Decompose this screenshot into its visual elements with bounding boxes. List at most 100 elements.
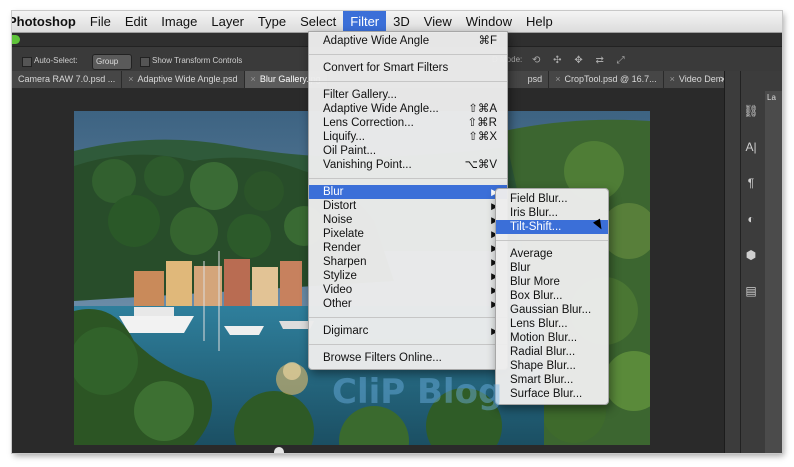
menu-3d[interactable]: 3D [386,11,417,32]
menu-shortcut: ⌥⌘V [464,159,497,171]
menu-item-distort[interactable]: Distort▶ [309,199,507,213]
menu-item-video[interactable]: Video▶ [309,283,507,297]
menu-layer[interactable]: Layer [204,11,251,32]
menu-separator [309,81,507,82]
menu-item-label: Other [323,298,352,310]
tab-croptool[interactable]: × CropTool.psd @ 16.7... [549,71,664,88]
menu-shortcut: ⌘F [478,35,497,47]
menu-edit[interactable]: Edit [118,11,154,32]
menu-view[interactable]: View [417,11,459,32]
menu-item-blur-more[interactable]: Blur More [496,275,608,289]
menu-item-oil-paint[interactable]: Oil Paint... [309,144,507,158]
menu-item-lens-blur[interactable]: Lens Blur... [496,317,608,331]
auto-select-checkbox[interactable] [22,57,32,67]
menu-item-sharpen[interactable]: Sharpen▶ [309,255,507,269]
menu-file[interactable]: File [83,11,118,32]
layers-panel[interactable]: La [765,91,782,453]
tab-camera-raw[interactable]: Camera RAW 7.0.psd ... [12,71,123,88]
menu-window[interactable]: Window [459,11,519,32]
zoom-window-icon[interactable] [12,35,20,44]
menu-item-gaussian-blur[interactable]: Gaussian Blur... [496,303,608,317]
scroll-handle[interactable] [274,447,284,453]
menu-select[interactable]: Select [293,11,343,32]
menu-item-label: Filter Gallery... [323,89,397,101]
menu-filter[interactable]: Filter [343,11,387,32]
close-icon[interactable]: × [128,74,133,84]
blur-submenu: Field Blur... Iris Blur... Tilt-Shift... Av… [495,188,609,405]
menu-item-adaptive-wide-angle[interactable]: Adaptive Wide Angle... ⇧⌘A [309,102,507,116]
layers-icon[interactable]: ▤ [743,283,759,299]
menu-shortcut: ⇧⌘R [467,117,497,129]
menu-item-label: Oil Paint... [323,145,377,157]
menu-separator [309,178,507,179]
app-menu[interactable]: Photoshop [12,11,83,32]
panel-icons: ⛓ A| ¶ ◐ ⬢ ▤ [743,103,759,319]
close-icon[interactable]: × [251,74,256,84]
menu-separator [309,317,507,318]
type-icon[interactable]: A| [743,139,759,155]
menu-item-label: Vanishing Point... [323,159,412,171]
show-transform-label: Show Transform Controls [152,56,243,65]
link-icon[interactable]: ⛓ [743,103,759,119]
menu-item-tilt-shift[interactable]: Tilt-Shift... [496,220,608,234]
auto-select-dropdown[interactable]: Group [92,54,132,70]
filter-menu: Adaptive Wide Angle ⌘F Convert for Smart F… [308,31,508,370]
menu-item-adaptive-wide-angle[interactable]: Adaptive Wide Angle ⌘F [309,34,507,48]
menu-bar: Photoshop File Edit Image Layer Type Sel… [12,11,782,33]
3d-mode-icons[interactable]: ⟲ ✣ ✥ ⇄ ⤢ [532,55,630,66]
cube-icon[interactable]: ⬢ [743,247,759,263]
menu-item-filter-gallery[interactable]: Filter Gallery... [309,88,507,102]
menu-item-liquify[interactable]: Liquify... ⇧⌘X [309,130,507,144]
menu-item-label: Box Blur... [510,290,563,302]
menu-separator [309,54,507,55]
menu-item-blur[interactable]: Blur [496,261,608,275]
menu-item-noise[interactable]: Noise▶ [309,213,507,227]
menu-item-digimarc[interactable]: Digimarc▶ [309,324,507,338]
menu-item-label: Sharpen [323,256,367,268]
menu-item-vanishing-point[interactable]: Vanishing Point... ⌥⌘V [309,158,507,172]
menu-item-label: Shape Blur... [510,360,576,372]
show-transform-checkbox[interactable] [140,57,150,67]
menu-item-smart-blur[interactable]: Smart Blur... [496,373,608,387]
menu-help[interactable]: Help [519,11,560,32]
menu-separator [309,344,507,345]
menu-item-field-blur[interactable]: Field Blur... [496,192,608,206]
menu-item-other[interactable]: Other▶ [309,297,507,311]
close-icon[interactable]: × [555,74,560,84]
right-panel-dock: ⛓ A| ¶ ◐ ⬢ ▤ La [724,71,782,453]
menu-item-label: Field Blur... [510,193,568,205]
menu-item-render[interactable]: Render▶ [309,241,507,255]
menu-item-pixelate[interactable]: Pixelate▶ [309,227,507,241]
tab-adaptive-wide-angle[interactable]: × Adaptive Wide Angle.psd [122,71,245,88]
menu-item-label: Lens Blur... [510,318,568,330]
photoshop-window: Photoshop File Edit Image Layer Type Sel… [12,11,782,453]
menu-item-label: Digimarc [323,325,369,337]
close-icon[interactable]: × [670,74,675,84]
menu-item-stylize[interactable]: Stylize▶ [309,269,507,283]
menu-item-lens-correction[interactable]: Lens Correction... ⇧⌘R [309,116,507,130]
menu-item-label: Blur [510,262,531,274]
tab-label: psd [527,74,543,84]
menu-item-shape-blur[interactable]: Shape Blur... [496,359,608,373]
menu-image[interactable]: Image [154,11,204,32]
auto-select-label: Auto-Select: [34,56,78,65]
menu-item-label: Blur More [510,276,560,288]
menu-separator [496,240,608,241]
menu-shortcut: ⇧⌘A [468,103,497,115]
hand-icon[interactable]: ◐ [743,211,759,227]
menu-item-label: Motion Blur... [510,332,578,344]
menu-item-motion-blur[interactable]: Motion Blur... [496,331,608,345]
paragraph-icon[interactable]: ¶ [743,175,759,191]
panel-divider [740,71,741,453]
menu-item-surface-blur[interactable]: Surface Blur... [496,387,608,401]
tab-label: CropTool.psd @ 16.7... [564,74,657,84]
menu-item-radial-blur[interactable]: Radial Blur... [496,345,608,359]
menu-item-convert-for-smart-filters[interactable]: Convert for Smart Filters [309,61,507,75]
menu-item-iris-blur[interactable]: Iris Blur... [496,206,608,220]
menu-item-blur[interactable]: Blur▶ [309,185,507,199]
menu-item-average[interactable]: Average [496,247,608,261]
menu-item-label: Browse Filters Online... [323,352,442,364]
menu-type[interactable]: Type [251,11,293,32]
menu-item-box-blur[interactable]: Box Blur... [496,289,608,303]
menu-item-browse-filters-online[interactable]: Browse Filters Online... [309,351,507,365]
